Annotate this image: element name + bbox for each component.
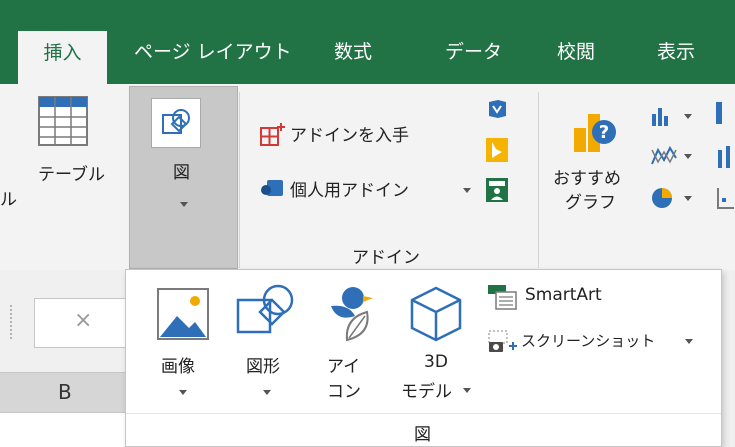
chevron-down-icon [684,154,692,159]
shapes-label: 図形 [246,357,280,377]
addin-puzzle-icon [261,180,283,196]
recommended-charts-label-2: グラフ [565,193,616,213]
smartart-button[interactable]: SmartArt [485,282,655,312]
icons-label-2: コン [327,382,361,402]
chevron-down-icon [684,196,692,201]
tab-insert[interactable]: 挿入 [18,31,107,86]
bing-icon[interactable] [486,138,508,162]
chevron-down-icon [685,339,693,344]
my-addins-button[interactable]: 個人用アドイン [258,172,483,204]
illustrations-label: 図 [173,163,190,183]
get-addins-button[interactable]: アドインを入手 [258,118,478,150]
addins-group-label: アドイン [352,248,420,268]
screenshot-label: スクリーンショット [521,332,656,350]
svg-text:?: ? [599,122,609,143]
chevron-down-icon [263,390,271,395]
line-chart-icon[interactable] [650,144,680,168]
pie-chart-icon[interactable] [650,186,676,210]
dropdown-group-label: 図 [414,425,431,445]
chevron-down-icon [180,202,188,207]
tab-data[interactable]: データ [445,36,502,68]
close-icon: × [74,308,93,333]
chevron-down-icon [179,390,187,395]
column-header-label: B [58,380,72,404]
my-addins-label: 個人用アドイン [290,181,409,201]
picture-icon [157,288,209,340]
get-addins-label: アドインを入手 [290,126,409,146]
smartart-icon [488,285,517,310]
pictures-label: 画像 [161,357,195,377]
visio-icon[interactable] [486,98,508,120]
tab-view[interactable]: 表示 [657,36,695,68]
smartart-label: SmartArt [525,285,602,305]
dropdown-divider [126,413,721,414]
recommended-charts-icon: ? [574,114,616,152]
icons-label-1: アイ [327,357,361,377]
stock-chart-icon[interactable] [706,144,735,168]
shapes-icon [162,109,190,134]
tab-formulas[interactable]: 数式 [334,36,372,68]
shapes-icon [236,284,294,334]
chevron-down-icon [684,114,692,119]
column-chart-icon[interactable] [650,104,678,126]
chevron-down-icon [463,188,471,193]
people-graph-icon[interactable] [486,178,508,202]
screenshot-button[interactable]: スクリーンショット [485,326,705,356]
table-label-fragment: ル [0,190,17,210]
bar-chart-icon[interactable] [706,100,735,124]
pictures-button[interactable] [148,280,218,400]
3d-models-label-1: 3D [424,352,448,372]
3d-models-label-2: モデル [401,382,452,402]
cell-grid[interactable] [0,412,130,447]
group-divider [538,92,539,268]
formula-bar-grip [10,305,14,339]
screenshot-icon [488,330,517,352]
tab-page-layout[interactable]: ページ レイアウト [134,36,292,68]
cube-icon [410,286,462,342]
shapes-button[interactable] [230,280,300,400]
store-icon [260,123,285,146]
chevron-down-icon [463,388,471,393]
tab-review[interactable]: 校閲 [557,36,595,68]
table-icon [38,96,88,146]
illustrations-icon-frame [151,98,201,148]
recommended-charts-label-1: おすすめ [553,169,621,189]
scatter-chart-icon[interactable] [706,186,735,210]
group-divider [239,92,240,268]
table-label: テーブル [38,165,105,185]
icons-icon [331,287,373,342]
